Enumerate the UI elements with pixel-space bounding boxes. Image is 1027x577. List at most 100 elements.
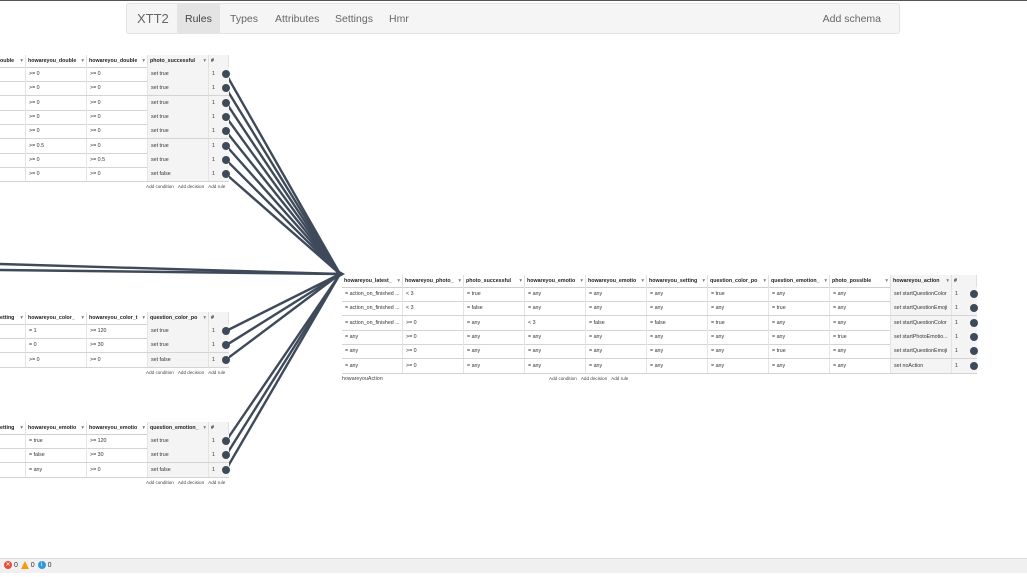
connection-edge[interactable] <box>225 144 341 275</box>
connection-edge[interactable] <box>225 272 341 347</box>
column-header[interactable]: question_emotion_ ▾ <box>148 422 209 434</box>
condition-cell[interactable]: = true <box>26 434 87 448</box>
chevron-down-icon[interactable]: ▾ <box>519 275 522 287</box>
condition-cell[interactable]: >= 0 <box>403 344 464 359</box>
condition-cell[interactable]: = true <box>830 329 891 344</box>
condition-cell[interactable]: = any <box>525 344 586 359</box>
column-header[interactable]: # <box>209 312 229 324</box>
condition-cell[interactable]: < 3 <box>403 301 464 316</box>
decision-cell[interactable]: set startPhotoEmotio... <box>891 329 952 344</box>
add-decision-button[interactable]: Add decision <box>178 184 204 189</box>
column-header[interactable]: howareyou_double ▾ <box>26 55 87 67</box>
condition-cell[interactable]: = any <box>342 329 403 344</box>
condition-cell[interactable] <box>0 324 26 338</box>
condition-cell[interactable] <box>0 95 26 110</box>
condition-cell[interactable]: = false <box>647 315 708 330</box>
condition-cell[interactable] <box>0 167 26 182</box>
condition-cell[interactable]: >= 0 <box>87 109 148 124</box>
row-handle[interactable] <box>222 355 230 364</box>
connection-edge[interactable] <box>225 116 341 275</box>
column-header[interactable]: etting ▾ <box>0 312 26 324</box>
condition-cell[interactable]: = any <box>586 329 647 344</box>
condition-cell[interactable]: >= 120 <box>87 324 148 338</box>
condition-cell[interactable]: = any <box>647 358 708 373</box>
condition-cell[interactable]: = any <box>525 358 586 373</box>
condition-cell[interactable]: >= 0 <box>26 81 87 96</box>
chevron-down-icon[interactable]: ▾ <box>142 422 145 434</box>
column-header[interactable]: # <box>952 275 977 287</box>
column-header[interactable]: howareyou_color_ ▾ <box>26 312 87 324</box>
add-condition-button[interactable]: Add condition <box>549 376 577 381</box>
chevron-down-icon[interactable]: ▾ <box>20 422 23 434</box>
condition-cell[interactable]: = any <box>647 287 708 301</box>
add-decision-button[interactable]: Add decision <box>178 480 204 485</box>
add-rule-button[interactable]: Add rule <box>208 480 225 485</box>
condition-cell[interactable]: = false <box>586 315 647 330</box>
column-header[interactable]: # <box>209 422 229 434</box>
condition-cell[interactable]: = true <box>769 301 830 316</box>
condition-cell[interactable] <box>0 462 26 477</box>
condition-cell[interactable]: >= 0 <box>26 109 87 124</box>
condition-cell[interactable]: = any <box>464 329 525 344</box>
condition-cell[interactable]: = any <box>525 287 586 301</box>
condition-cell[interactable]: >= 0 <box>403 358 464 373</box>
condition-cell[interactable]: = any <box>647 329 708 344</box>
condition-cell[interactable] <box>0 434 26 448</box>
warnings-indicator[interactable]: 0 <box>20 559 35 573</box>
row-handle[interactable] <box>970 318 978 327</box>
condition-cell[interactable]: = action_on_finished ... <box>342 301 403 316</box>
condition-cell[interactable]: = any <box>464 358 525 373</box>
condition-cell[interactable] <box>0 448 26 463</box>
chevron-down-icon[interactable]: ▾ <box>641 275 644 287</box>
condition-cell[interactable]: = any <box>830 358 891 373</box>
row-handle[interactable] <box>222 141 230 150</box>
decision-cell[interactable]: set startQuestionColor <box>891 315 952 330</box>
condition-cell[interactable]: >= 0.5 <box>26 138 87 153</box>
condition-cell[interactable]: >= 0 <box>87 124 148 139</box>
condition-cell[interactable]: = any <box>586 287 647 301</box>
chevron-down-icon[interactable]: ▾ <box>203 55 206 67</box>
condition-cell[interactable]: >= 0 <box>26 167 87 182</box>
column-header[interactable]: howareyou_double ▾ <box>87 55 148 67</box>
condition-cell[interactable]: >= 0 <box>26 95 87 110</box>
row-handle[interactable] <box>222 155 230 164</box>
row-handle[interactable] <box>970 290 978 298</box>
condition-cell[interactable] <box>0 352 26 367</box>
column-header[interactable]: howareyou_photo_ ▾ <box>403 275 464 287</box>
chevron-down-icon[interactable]: ▾ <box>20 55 23 67</box>
condition-cell[interactable] <box>0 67 26 81</box>
condition-cell[interactable]: = any <box>708 358 769 373</box>
decision-cell[interactable]: set true <box>148 152 209 167</box>
decision-cell[interactable]: set false <box>148 352 209 367</box>
decision-cell[interactable]: set true <box>148 324 209 338</box>
row-handle[interactable] <box>222 327 230 335</box>
column-header[interactable]: howareyou_emotio ▾ <box>87 422 148 434</box>
decision-cell[interactable]: set true <box>148 81 209 96</box>
chevron-down-icon[interactable]: ▾ <box>81 312 84 324</box>
condition-cell[interactable] <box>0 338 26 353</box>
connection-edge[interactable] <box>225 130 341 275</box>
condition-cell[interactable]: = 1 <box>26 324 87 338</box>
column-header[interactable]: howareyou_emotio ▾ <box>586 275 647 287</box>
row-handle[interactable] <box>222 437 230 445</box>
add-rule-button[interactable]: Add rule <box>611 376 628 381</box>
condition-cell[interactable]: >= 0 <box>403 329 464 344</box>
condition-cell[interactable]: = any <box>26 462 87 477</box>
condition-cell[interactable]: >= 30 <box>87 338 148 353</box>
condition-cell[interactable]: = any <box>525 329 586 344</box>
condition-cell[interactable]: = false <box>464 301 525 316</box>
decision-cell[interactable]: set startQuestionEmoji <box>891 344 952 359</box>
condition-cell[interactable]: = false <box>26 448 87 463</box>
chevron-down-icon[interactable]: ▾ <box>763 275 766 287</box>
chevron-down-icon[interactable]: ▾ <box>20 312 23 324</box>
column-header[interactable]: etting ▾ <box>0 422 26 434</box>
condition-cell[interactable]: = any <box>830 301 891 316</box>
chevron-down-icon[interactable]: ▾ <box>458 275 461 287</box>
condition-cell[interactable]: = any <box>464 344 525 359</box>
condition-cell[interactable]: >= 30 <box>87 448 148 463</box>
condition-cell[interactable]: = any <box>708 301 769 316</box>
condition-cell[interactable]: >= 0 <box>87 67 148 81</box>
column-header[interactable]: question_emotion_ ▾ <box>769 275 830 287</box>
condition-cell[interactable]: = any <box>586 344 647 359</box>
condition-cell[interactable]: = true <box>464 287 525 301</box>
